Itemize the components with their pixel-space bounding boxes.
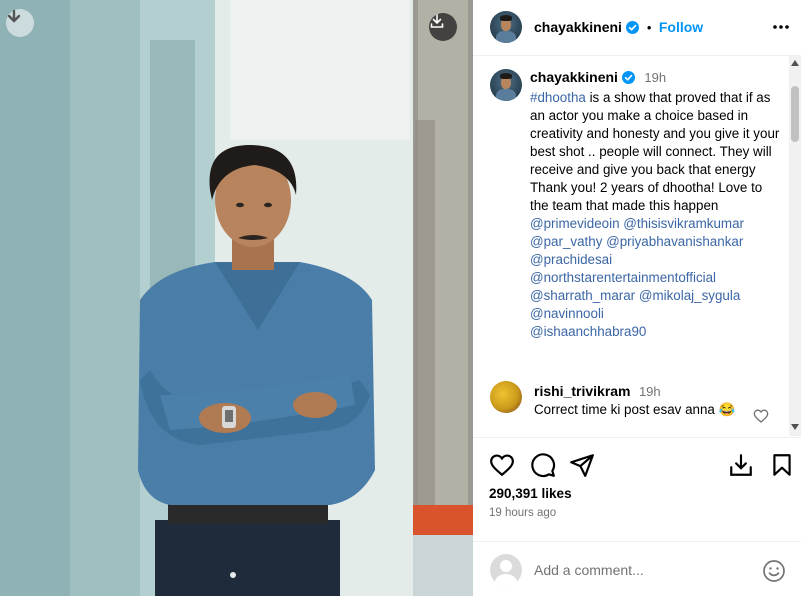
- post-age[interactable]: 19 hours ago: [489, 507, 556, 519]
- mention-link[interactable]: @priyabhavanishankar: [606, 234, 743, 249]
- post-actions: 290,391 likes 19 hours ago Add a comment…: [473, 437, 801, 597]
- comment-time[interactable]: 19h: [639, 384, 661, 399]
- scrollbar-thumb[interactable]: [791, 86, 799, 142]
- caption-username[interactable]: chayakkineni: [530, 69, 618, 85]
- share-icon[interactable]: [569, 452, 595, 483]
- hashtag-link[interactable]: #dhootha: [530, 90, 586, 105]
- mention-link[interactable]: @northstarentertainmentofficial: [530, 270, 716, 285]
- comment-input[interactable]: Add a comment...: [534, 562, 644, 578]
- caption-text-2: Thank you! 2 years of dhootha! Love to t…: [530, 180, 763, 213]
- mention-link[interactable]: @prachidesai: [530, 252, 612, 267]
- follow-button[interactable]: Follow: [659, 19, 703, 35]
- mention-link[interactable]: @mikolaj_sygula: [639, 288, 740, 303]
- comment-username[interactable]: rishi_trivikram: [534, 383, 631, 399]
- scrollbar[interactable]: [789, 56, 801, 436]
- more-horizontal-icon[interactable]: [771, 17, 791, 37]
- heart-outline-icon[interactable]: [753, 408, 769, 429]
- scroll-up-icon[interactable]: [791, 60, 799, 66]
- mention-link[interactable]: @navinnooli: [530, 306, 604, 321]
- post-header: chayakkineni • Follow: [473, 0, 801, 56]
- mention-link[interactable]: @primevideoin: [530, 216, 620, 231]
- bookmark-icon[interactable]: [769, 452, 795, 483]
- verified-badge-icon: [626, 21, 640, 34]
- likes-count[interactable]: 290,391 likes: [489, 486, 572, 501]
- comment-bar: Add a comment...: [473, 541, 801, 598]
- caption-avatar[interactable]: [490, 69, 522, 101]
- mention-link[interactable]: @thisisvikramkumar: [623, 216, 744, 231]
- comment-avatar[interactable]: [490, 381, 522, 413]
- verified-badge-icon: [621, 71, 635, 84]
- heart-icon[interactable]: [489, 452, 515, 483]
- comment-icon[interactable]: [530, 452, 556, 483]
- comments-area[interactable]: chayakkineni 19h #dhootha is a show that…: [473, 56, 789, 436]
- photo-illustration: [0, 0, 473, 596]
- mention-list: @primevideoin @thisisvikramkumar @par_va…: [530, 215, 780, 341]
- mention-link[interactable]: @ishaanchhabra90: [530, 324, 646, 339]
- download-tray-icon[interactable]: [429, 13, 457, 41]
- mention-link[interactable]: @par_vathy: [530, 234, 602, 249]
- scroll-down-icon[interactable]: [791, 424, 799, 430]
- post-photo[interactable]: [0, 0, 473, 596]
- carousel-dot: [230, 572, 236, 578]
- avatar[interactable]: [490, 11, 522, 43]
- header-username[interactable]: chayakkineni: [534, 19, 622, 35]
- caption-time[interactable]: 19h: [644, 70, 666, 85]
- comment-text: Correct time ki post esav anna 😂: [534, 402, 736, 417]
- user-avatar-placeholder: [490, 554, 522, 586]
- download-arrow-icon[interactable]: [6, 9, 34, 37]
- caption: chayakkineni 19h #dhootha is a show that…: [530, 68, 780, 341]
- download-save-icon[interactable]: [728, 452, 754, 483]
- mention-link[interactable]: @sharrath_marar: [530, 288, 635, 303]
- emoji-icon[interactable]: [762, 559, 786, 588]
- separator-dot: •: [646, 20, 652, 35]
- post-panel: chayakkineni • Follow chayakkineni 19h #…: [473, 0, 801, 596]
